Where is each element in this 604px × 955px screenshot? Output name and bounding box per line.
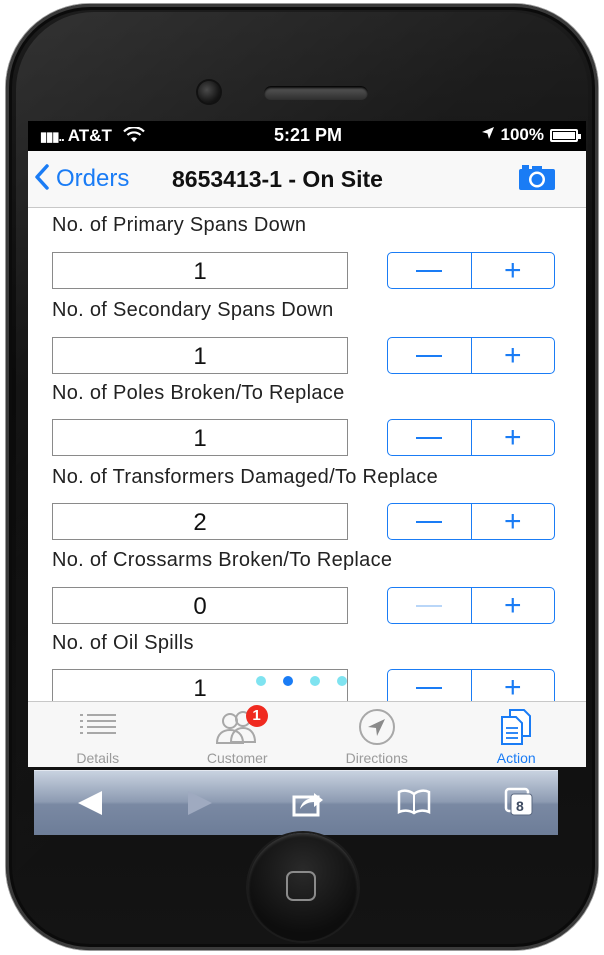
field-label-oil-spills: No. of Oil Spills [52, 632, 194, 654]
oil-spills-plus-button[interactable]: + [472, 670, 555, 705]
minus-icon [416, 686, 443, 689]
field-label-primary-spans: No. of Primary Spans Down [52, 214, 307, 236]
back-button-label: Orders [56, 164, 130, 192]
open-tabs-count: 8 [516, 798, 524, 814]
poles-stepper: + [387, 419, 555, 456]
transformers-minus-button[interactable] [388, 504, 472, 539]
tab-action-label: Action [496, 750, 536, 766]
field-label-poles: No. of Poles Broken/To Replace [52, 382, 345, 404]
page-title: 8653413-1 - On Site [172, 166, 383, 192]
camera-icon [519, 165, 555, 190]
page-dot [256, 676, 266, 686]
wifi-icon [122, 126, 145, 145]
tab-directions[interactable]: Directions [307, 702, 447, 767]
chevron-left-icon [34, 164, 50, 193]
back-button[interactable]: Orders [34, 164, 129, 193]
share-icon[interactable] [292, 789, 324, 822]
primary-spans-value[interactable]: 1 [52, 252, 348, 289]
location-services-icon [481, 125, 495, 145]
secondary-spans-stepper: + [387, 337, 555, 374]
field-label-transformers: No. of Transformers Damaged/To Replace [52, 466, 439, 488]
battery-area: 100% [481, 125, 581, 145]
minus-icon [416, 269, 443, 272]
tab-customer-label: Customer [206, 750, 268, 766]
battery-percentage: 100% [500, 125, 544, 144]
tab-details-label: Details [76, 750, 120, 766]
transformers-stepper: + [387, 503, 555, 540]
page-dot-active [283, 676, 293, 686]
bookmarks-icon[interactable] [397, 789, 431, 820]
poles-minus-button[interactable] [388, 420, 472, 455]
carrier-name: AT&T [67, 126, 112, 145]
battery-icon [550, 128, 581, 142]
secondary-spans-plus-button[interactable]: + [472, 338, 555, 373]
minus-icon [416, 354, 443, 357]
crossarms-minus-button[interactable] [388, 588, 472, 623]
crossarms-plus-button[interactable]: + [472, 588, 555, 623]
clock: 5:21 PM [274, 125, 343, 145]
tab-details[interactable]: Details [28, 702, 168, 767]
oil-spills-minus-button[interactable] [388, 670, 472, 705]
secondary-spans-value[interactable]: 1 [52, 337, 348, 374]
primary-spans-plus-button[interactable]: + [472, 253, 555, 288]
list-icon [78, 708, 118, 745]
poles-value[interactable]: 1 [52, 419, 348, 456]
camera-button[interactable] [518, 163, 556, 191]
documents-icon [498, 708, 534, 749]
front-camera [198, 81, 220, 103]
minus-icon [416, 604, 443, 607]
primary-spans-stepper: + [387, 252, 555, 289]
home-square-icon [286, 871, 316, 901]
screen: ▮▮▮.. AT&T 5:21 PM 100% Orders 8653413-1… [28, 121, 586, 767]
navigation-bar: Orders 8653413-1 - On Site [28, 151, 586, 208]
form-content: No. of Primary Spans Down 1 + No. of Sec… [28, 208, 586, 706]
customer-notification-badge: 1 [245, 705, 268, 727]
page-indicator[interactable] [256, 676, 347, 686]
safari-toolbar: 8 [34, 770, 558, 835]
signal-icon: ▮▮▮.. [40, 129, 65, 144]
back-arrow-icon[interactable] [74, 789, 104, 822]
page-dot [337, 676, 347, 686]
crossarms-stepper: + [387, 587, 555, 624]
location-arrow-icon [357, 708, 397, 749]
primary-spans-minus-button[interactable] [388, 253, 472, 288]
minus-icon [416, 520, 443, 523]
field-label-secondary-spans: No. of Secondary Spans Down [52, 299, 334, 321]
transformers-value[interactable]: 2 [52, 503, 348, 540]
home-button[interactable] [248, 833, 358, 941]
secondary-spans-minus-button[interactable] [388, 338, 472, 373]
minus-icon [416, 436, 443, 439]
forward-arrow-icon[interactable] [186, 789, 216, 822]
carrier: ▮▮▮.. AT&T [40, 126, 145, 146]
earpiece-speaker [264, 86, 368, 100]
tab-bar: Details 1 Customer Directions Action [28, 701, 586, 767]
transformers-plus-button[interactable]: + [472, 504, 555, 539]
status-bar: ▮▮▮.. AT&T 5:21 PM 100% [28, 121, 586, 151]
poles-plus-button[interactable]: + [472, 420, 555, 455]
tab-directions-label: Directions [345, 750, 408, 766]
tab-action[interactable]: Action [447, 702, 587, 767]
page-dot [310, 676, 320, 686]
crossarms-value[interactable]: 0 [52, 587, 348, 624]
field-label-crossarms: No. of Crossarms Broken/To Replace [52, 549, 393, 571]
tab-customer[interactable]: 1 Customer [168, 702, 308, 767]
